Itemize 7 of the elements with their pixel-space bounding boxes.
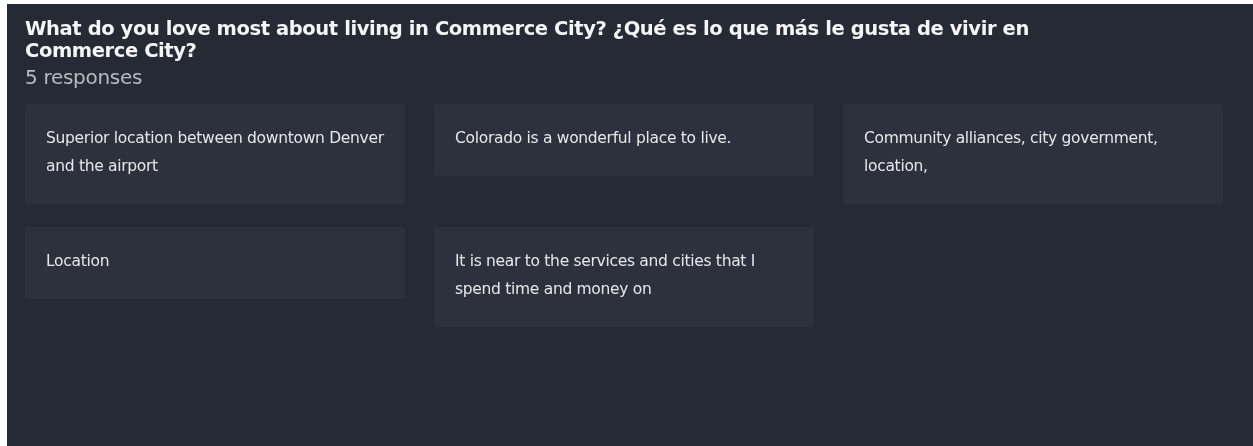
response-count: 5 responses — [25, 64, 144, 91]
question-title: What do you love most about living in Commerce City? ¿Qué es lo que más le gusta de vivir en Commerce City? — [25, 18, 1030, 62]
response-card: Superior location between downtown Denver and the airport — [25, 104, 405, 204]
response-card: Colorado is a wonderful place to live. — [434, 104, 814, 176]
response-card: Community alliances, city government, location, — [843, 104, 1223, 204]
response-card: It is near to the services and cities that I spend time and money on — [434, 227, 814, 327]
response-card: Location — [25, 227, 405, 299]
